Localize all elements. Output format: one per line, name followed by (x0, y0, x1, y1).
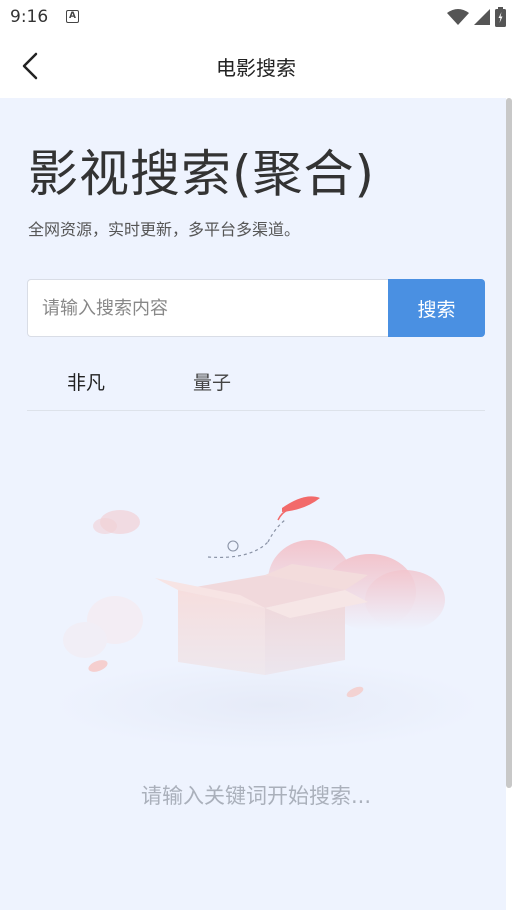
battery-icon (495, 7, 506, 27)
scrollbar[interactable] (506, 98, 512, 788)
hero-subtitle: 全网资源，实时更新，多平台多渠道。 (28, 220, 301, 239)
search-bar: 搜索 (27, 279, 485, 337)
empty-state-message: 请输入关键词开始搜索... (140, 784, 372, 808)
search-button[interactable]: 搜索 (388, 279, 485, 337)
empty-box-illustration (53, 496, 483, 750)
page-title: 电影搜索 (216, 56, 296, 80)
signal-icon (474, 9, 490, 25)
status-icons (447, 6, 506, 28)
source-tabs: 非凡 量子 (27, 358, 485, 411)
hero-title: 影视搜索(聚合) (28, 145, 376, 203)
tab-liangzi[interactable]: 量子 (193, 368, 231, 395)
status-bar: 9:16 A (0, 0, 512, 34)
a-badge-icon: A (66, 10, 79, 23)
tab-feifan[interactable]: 非凡 (67, 368, 105, 395)
status-time: 9:16 (10, 7, 49, 27)
search-input[interactable] (27, 279, 388, 337)
wifi-icon (447, 9, 469, 25)
app-header: 电影搜索 (0, 34, 512, 98)
